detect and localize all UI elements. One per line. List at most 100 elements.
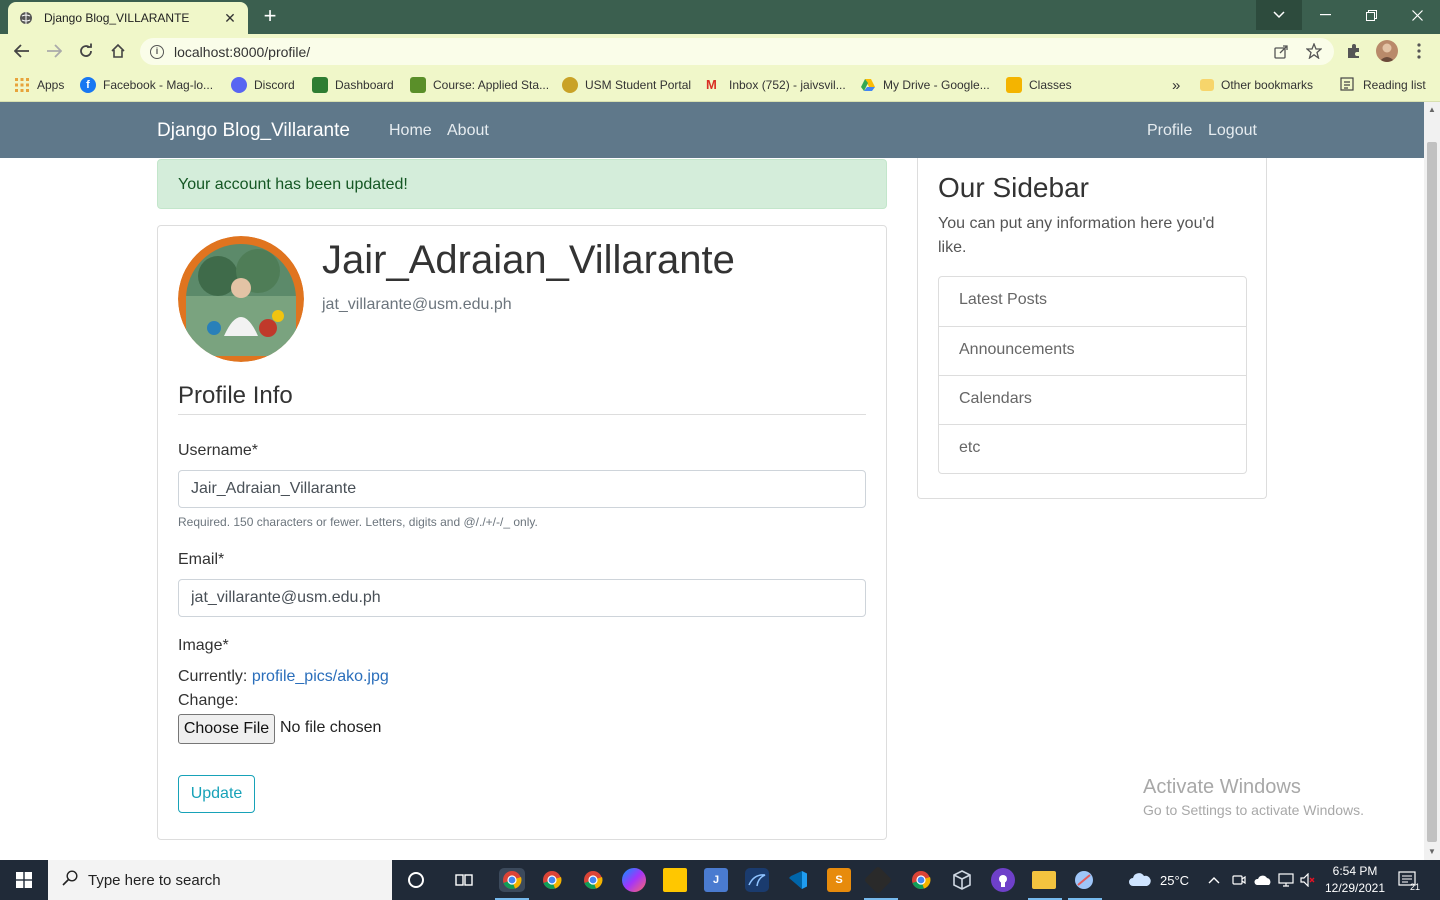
scrollbar-thumb[interactable] bbox=[1427, 142, 1437, 842]
site-brand[interactable]: Django Blog_Villarante bbox=[157, 120, 350, 142]
web-page: Django Blog_Villarante Home About Profil… bbox=[0, 102, 1424, 860]
browser-tab-bar: Django Blog_VILLARANTE ✕ + bbox=[0, 0, 1440, 34]
file-explorer-icon[interactable] bbox=[1032, 871, 1056, 889]
profile-card: Jair_Adraian_Villarante jat_villarante@u… bbox=[157, 225, 887, 840]
site-navbar: Django Blog_Villarante Home About Profil… bbox=[0, 102, 1424, 158]
scroll-down-arrow-icon[interactable]: ▼ bbox=[1424, 844, 1440, 860]
bookmark-label: Other bookmarks bbox=[1221, 78, 1314, 92]
sidebar-title: Our Sidebar bbox=[938, 172, 1089, 203]
bookmark-course[interactable]: Course: Applied Sta... bbox=[410, 76, 549, 94]
bookmarks-bar: Apps f Facebook - Mag-lo... Discord Dash… bbox=[0, 68, 1440, 102]
vscode-icon[interactable] bbox=[786, 868, 810, 892]
bookmark-label: My Drive - Google... bbox=[883, 78, 990, 92]
bookmark-facebook[interactable]: f Facebook - Mag-lo... bbox=[80, 76, 213, 94]
sidebar-list: Latest Posts Announcements Calendars etc bbox=[938, 276, 1247, 474]
messenger-icon[interactable] bbox=[622, 868, 646, 892]
back-arrow-icon[interactable] bbox=[10, 39, 34, 63]
image-label: Image* bbox=[178, 637, 229, 654]
current-image-link[interactable]: profile_pics/ako.jpg bbox=[252, 668, 389, 685]
bookmark-apps[interactable]: Apps bbox=[14, 76, 64, 94]
update-button[interactable]: Update bbox=[178, 775, 255, 813]
email-input[interactable] bbox=[178, 579, 866, 617]
usm-portal-icon bbox=[562, 77, 578, 93]
bookmark-drive[interactable]: My Drive - Google... bbox=[860, 76, 990, 94]
chrome-icon[interactable] bbox=[540, 868, 564, 892]
nav-logout-link[interactable]: Logout bbox=[1208, 122, 1257, 140]
cloud-icon bbox=[1128, 871, 1152, 890]
share-icon[interactable] bbox=[1272, 42, 1290, 60]
sidebar-item-announcements[interactable]: Announcements bbox=[939, 326, 1246, 375]
bookmark-star-icon[interactable] bbox=[1305, 42, 1323, 60]
address-bar[interactable]: i localhost:8000/profile/ bbox=[140, 38, 1334, 65]
sidebar-item-calendars[interactable]: Calendars bbox=[939, 375, 1246, 424]
success-alert: Your account has been updated! bbox=[157, 159, 887, 209]
username-label: Username* bbox=[178, 442, 259, 459]
snipping-tool-icon[interactable] bbox=[1072, 868, 1096, 892]
extensions-puzzle-icon[interactable] bbox=[1345, 42, 1363, 60]
username-input[interactable] bbox=[178, 470, 866, 508]
sidebar-text: You can put any information here you'd l… bbox=[938, 215, 1215, 256]
bookmark-usm-portal[interactable]: USM Student Portal bbox=[562, 76, 691, 94]
windows-start-icon[interactable] bbox=[0, 860, 48, 900]
classroom-icon bbox=[1006, 77, 1022, 93]
taskbar-clock[interactable]: 6:54 PM 12/29/2021 bbox=[1320, 863, 1390, 897]
cortana-icon[interactable] bbox=[404, 868, 428, 892]
page-scrollbar[interactable]: ▲ ▼ bbox=[1424, 102, 1440, 860]
browser-menu-kebab-icon[interactable] bbox=[1410, 42, 1428, 60]
forward-arrow-icon[interactable] bbox=[42, 39, 66, 63]
nav-home-link[interactable]: Home bbox=[389, 122, 432, 140]
onedrive-icon[interactable] bbox=[1254, 860, 1272, 900]
close-tab-icon[interactable]: ✕ bbox=[222, 10, 238, 27]
sidebar-item-etc[interactable]: etc bbox=[939, 424, 1246, 473]
reload-icon[interactable] bbox=[74, 39, 98, 63]
sourcetree-icon[interactable] bbox=[863, 865, 893, 895]
reading-list-icon bbox=[1340, 77, 1356, 93]
close-window-icon[interactable] bbox=[1394, 0, 1440, 30]
course-icon bbox=[410, 77, 426, 93]
restore-icon[interactable] bbox=[1348, 0, 1394, 30]
sidebar-item-latest-posts[interactable]: Latest Posts bbox=[939, 277, 1246, 326]
new-tab-button[interactable]: + bbox=[258, 4, 282, 28]
browser-tab-active[interactable]: Django Blog_VILLARANTE ✕ bbox=[8, 2, 248, 34]
task-view-icon[interactable] bbox=[452, 868, 476, 892]
bookmark-discord[interactable]: Discord bbox=[231, 76, 295, 94]
chrome-secondary-icon[interactable] bbox=[909, 868, 933, 892]
no-file-chosen-text: No file chosen bbox=[280, 719, 382, 736]
bookmark-gmail[interactable]: M Inbox (752) - jaivsvil... bbox=[706, 76, 846, 94]
url-text: localhost:8000/profile/ bbox=[174, 43, 311, 60]
sublime-text-icon[interactable]: S bbox=[827, 868, 851, 892]
nav-profile-link[interactable]: Profile bbox=[1147, 122, 1192, 140]
reading-list[interactable]: Reading list bbox=[1340, 76, 1426, 94]
bookmarks-overflow-button[interactable]: » bbox=[1172, 76, 1180, 94]
notification-center-icon[interactable]: 21 bbox=[1398, 860, 1420, 900]
chrome-active-icon[interactable] bbox=[499, 868, 525, 892]
tray-overflow-chevron-icon[interactable] bbox=[1208, 860, 1220, 900]
bookmark-dashboard[interactable]: Dashboard bbox=[312, 76, 394, 94]
meet-now-icon[interactable] bbox=[1232, 860, 1246, 900]
sticky-notes-icon[interactable] bbox=[663, 868, 687, 892]
site-info-icon[interactable]: i bbox=[150, 44, 164, 59]
volume-muted-icon[interactable] bbox=[1300, 860, 1316, 900]
notification-count: 21 bbox=[1410, 882, 1421, 892]
choose-file-button[interactable]: Choose File bbox=[178, 714, 275, 744]
chrome-profile-icon[interactable] bbox=[581, 868, 605, 892]
tab-title: Django Blog_VILLARANTE bbox=[44, 11, 190, 25]
home-icon[interactable] bbox=[106, 39, 130, 63]
virtualbox-icon[interactable] bbox=[950, 868, 974, 892]
watermark-title: Activate Windows bbox=[1143, 776, 1301, 798]
minimize-icon[interactable] bbox=[1302, 0, 1348, 30]
github-desktop-icon[interactable] bbox=[991, 868, 1015, 892]
scroll-up-arrow-icon[interactable]: ▲ bbox=[1424, 102, 1440, 118]
username-help-text: Required. 150 characters or fewer. Lette… bbox=[178, 515, 538, 529]
network-icon[interactable] bbox=[1278, 860, 1294, 900]
weather-widget[interactable]: 25°C bbox=[1128, 860, 1189, 900]
tab-search-chevron-icon[interactable] bbox=[1256, 0, 1302, 30]
bookmark-other[interactable]: Other bookmarks bbox=[1200, 76, 1313, 94]
mysql-workbench-icon[interactable] bbox=[745, 868, 769, 892]
form-legend: Profile Info bbox=[178, 382, 866, 415]
taskbar-search-box[interactable]: Type here to search bbox=[48, 860, 392, 900]
jshell-icon[interactable]: J bbox=[704, 868, 728, 892]
bookmark-classes[interactable]: Classes bbox=[1006, 76, 1072, 94]
nav-about-link[interactable]: About bbox=[447, 122, 489, 140]
profile-avatar-icon[interactable] bbox=[1376, 40, 1398, 62]
